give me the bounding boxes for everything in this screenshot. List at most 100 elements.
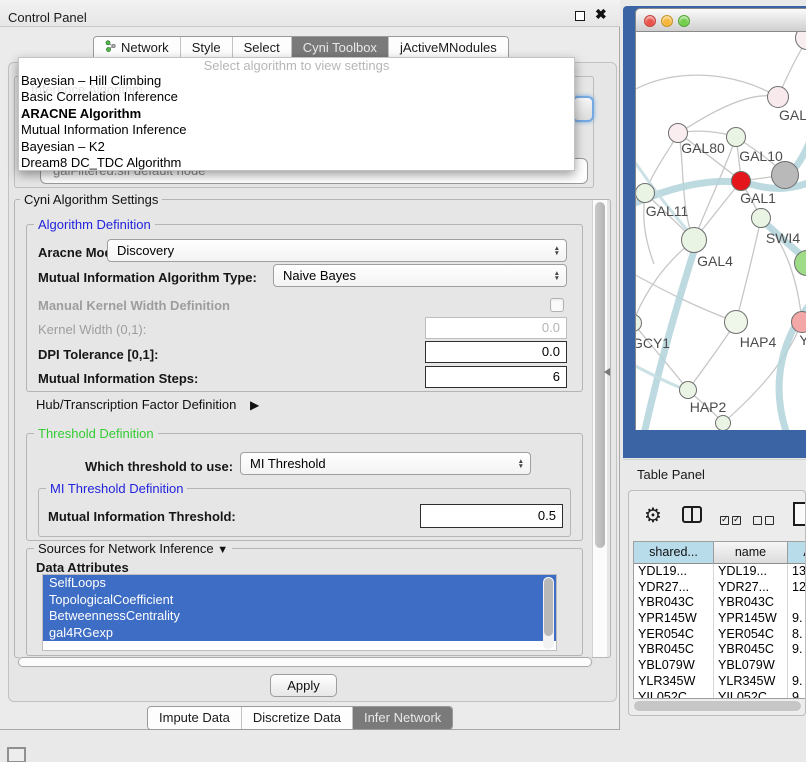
split-collapse-icon[interactable] bbox=[604, 368, 610, 376]
network-canvas[interactable]: GALGAL80GAL10GAL1GAL11SWI4GAL4GCY1HAP4YH… bbox=[635, 32, 806, 430]
network-node[interactable] bbox=[679, 381, 697, 399]
tab-label: jActiveMNodules bbox=[400, 37, 497, 59]
columns-icon[interactable] bbox=[682, 506, 702, 523]
algorithm-option-aracne-algorithm[interactable]: ARACNE Algorithm bbox=[19, 106, 574, 122]
show-all-columns-icon[interactable]: ✓✓ bbox=[720, 512, 744, 530]
window-minimize-icon[interactable] bbox=[661, 15, 673, 27]
network-node[interactable] bbox=[726, 127, 746, 147]
table-row[interactable]: YIL052CYIL052C9. bbox=[634, 690, 806, 700]
attribute-item-betweennesscentrality[interactable]: BetweennessCentrality bbox=[43, 608, 556, 625]
tab-impute-data[interactable]: Impute Data bbox=[148, 707, 241, 729]
network-window-titlebar[interactable] bbox=[635, 8, 806, 32]
hide-all-columns-icon[interactable] bbox=[753, 512, 777, 530]
table-row[interactable]: YDL19...YDL19...13 bbox=[634, 564, 806, 580]
network-node[interactable] bbox=[767, 86, 789, 108]
tab-discretize-data[interactable]: Discretize Data bbox=[241, 707, 352, 729]
table-row[interactable]: YBR043CYBR043C bbox=[634, 595, 806, 611]
node-label-swi4: SWI4 bbox=[766, 230, 800, 246]
table-cell: YLR345W bbox=[714, 674, 788, 690]
network-node[interactable] bbox=[715, 415, 731, 430]
settings-horizontal-scrollbar-thumb[interactable] bbox=[18, 657, 592, 667]
kernel-width-label: Kernel Width (0,1): bbox=[38, 322, 146, 337]
window-close-icon[interactable] bbox=[644, 15, 656, 27]
network-node[interactable] bbox=[751, 208, 771, 228]
node-label-hap2: HAP2 bbox=[690, 399, 727, 415]
attributes-scrollbar[interactable] bbox=[543, 577, 554, 649]
tab-jactivemnodules[interactable]: jActiveMNodules bbox=[388, 37, 508, 59]
table-row[interactable]: YBL079WYBL079W bbox=[634, 658, 806, 674]
attribute-item-topologicalcoefficient[interactable]: TopologicalCoefficient bbox=[43, 592, 556, 609]
minimized-panel-chip[interactable] bbox=[7, 747, 26, 762]
gear-icon[interactable]: ⚙ bbox=[644, 503, 662, 528]
attribute-item-gal4rgexp[interactable]: gal4RGexp bbox=[43, 625, 556, 642]
apply-button[interactable]: Apply bbox=[270, 674, 337, 697]
column-header-name[interactable]: name bbox=[714, 542, 788, 564]
table-cell: YDL19... bbox=[714, 564, 788, 580]
close-icon[interactable]: ✖ bbox=[595, 6, 607, 23]
table-horizontal-scrollbar-thumb[interactable] bbox=[634, 701, 801, 711]
network-node[interactable] bbox=[635, 183, 655, 203]
tab-infer-network[interactable]: Infer Network bbox=[352, 707, 452, 729]
column-header-a[interactable]: A bbox=[788, 542, 806, 564]
network-node[interactable] bbox=[791, 311, 806, 333]
column-header-shared[interactable]: shared... bbox=[634, 542, 714, 564]
node-label-gal4: GAL4 bbox=[697, 253, 733, 269]
algorithm-definition-title: Algorithm Definition bbox=[34, 217, 155, 232]
hub-definition-label: Hub/Transcription Factor Definition bbox=[36, 397, 236, 412]
tab-network[interactable]: Network bbox=[94, 37, 180, 59]
float-panel-icon[interactable] bbox=[575, 11, 585, 21]
table-row[interactable]: YLR345WYLR345W9. bbox=[634, 674, 806, 690]
aracne-mode-combo[interactable]: Discovery ▲▼ bbox=[107, 239, 567, 262]
network-node[interactable] bbox=[771, 161, 799, 189]
node-table[interactable]: shared...nameA YDL19...YDL19...13YDR27..… bbox=[633, 541, 806, 699]
sources-title-text: Sources for Network Inference bbox=[38, 541, 214, 556]
table-row[interactable]: YPR145WYPR145W9. bbox=[634, 611, 806, 627]
algorithm-combo-arrow-button[interactable] bbox=[572, 96, 594, 122]
kernel-width-input[interactable]: 0.0 bbox=[425, 317, 567, 339]
screen: Control Panel ✖ Network Style SelectCyni T… bbox=[0, 0, 806, 762]
table-cell bbox=[788, 658, 806, 674]
algorithm-option-bayesian-k2[interactable]: Bayesian – K2 bbox=[19, 139, 574, 155]
document-icon[interactable] bbox=[792, 501, 806, 527]
mi-steps-input[interactable]: 6 bbox=[425, 366, 567, 388]
which-threshold-combo[interactable]: MI Threshold ▲▼ bbox=[240, 452, 531, 475]
table-cell: 8. bbox=[788, 627, 806, 643]
tab-select[interactable]: Select bbox=[232, 37, 291, 59]
settings-vertical-scrollbar[interactable] bbox=[592, 200, 607, 657]
manual-kernel-checkbox[interactable] bbox=[550, 298, 564, 312]
attributes-scrollbar-thumb[interactable] bbox=[544, 578, 553, 636]
settings-horizontal-scrollbar[interactable] bbox=[17, 656, 594, 668]
triangle-down-icon: ▼ bbox=[217, 544, 228, 556]
network-node[interactable] bbox=[731, 171, 751, 191]
tab-label: Impute Data bbox=[159, 707, 230, 729]
node-label-gcy1: GCY1 bbox=[635, 335, 670, 351]
window-zoom-icon[interactable] bbox=[678, 15, 690, 27]
dpi-tolerance-label: DPI Tolerance [0,1]: bbox=[38, 347, 158, 362]
attribute-item-selfloops[interactable]: SelfLoops bbox=[43, 575, 556, 592]
table-row[interactable]: YER054CYER054C8. bbox=[634, 627, 806, 643]
sources-title[interactable]: Sources for Network Inference ▼ bbox=[34, 541, 232, 556]
algorithm-option-dream8-dc-tdc-algorithm[interactable]: Dream8 DC_TDC Algorithm bbox=[19, 155, 574, 171]
mi-type-combo[interactable]: Naive Bayes ▲▼ bbox=[273, 264, 567, 287]
table-cell: 9. bbox=[788, 611, 806, 627]
table-row[interactable]: YDR27...YDR27...12 bbox=[634, 580, 806, 596]
hub-definition-expander[interactable]: Hub/Transcription Factor Definition ▶ bbox=[36, 397, 259, 412]
table-horizontal-scrollbar[interactable] bbox=[633, 700, 803, 712]
control-panel-title: Control Panel bbox=[8, 10, 87, 25]
table-cell: YER054C bbox=[634, 627, 714, 643]
algorithm-option-mutual-information-inference[interactable]: Mutual Information Inference bbox=[19, 122, 574, 138]
aracne-mode-value: Discovery bbox=[117, 240, 174, 261]
tab-style[interactable]: Style bbox=[180, 37, 232, 59]
node-label-gal: GAL bbox=[779, 107, 806, 123]
cyni-bottom-tabbar: Impute Data Discretize DataInfer Network bbox=[147, 706, 453, 730]
table-cell: YER054C bbox=[714, 627, 788, 643]
table-row[interactable]: YBR045CYBR045C9. bbox=[634, 642, 806, 658]
dpi-tolerance-input[interactable]: 0.0 bbox=[425, 341, 567, 363]
network-node[interactable] bbox=[724, 310, 748, 334]
mi-threshold-input[interactable]: 0.5 bbox=[420, 504, 563, 528]
tab-cyni-toolbox[interactable]: Cyni Toolbox bbox=[291, 37, 388, 59]
network-node[interactable] bbox=[681, 227, 707, 253]
data-attributes-list[interactable]: SelfLoopsTopologicalCoefficientBetweenne… bbox=[42, 574, 557, 651]
tab-label: Style bbox=[192, 37, 221, 59]
panel-separator bbox=[623, 459, 806, 460]
